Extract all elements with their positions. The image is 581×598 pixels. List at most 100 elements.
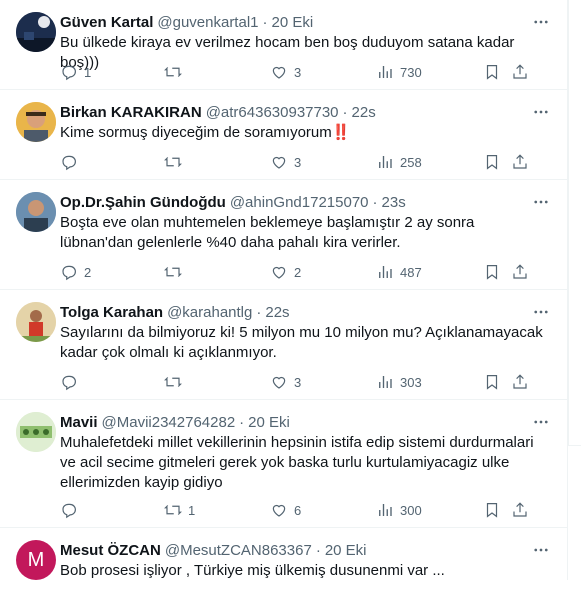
view-count: 730 (400, 64, 422, 80)
avatar[interactable] (16, 412, 56, 452)
bookmark-button[interactable] (483, 63, 501, 81)
action-bar: 3 258 (60, 152, 567, 172)
tweet-header: Mesut ÖZCAN @MesutZCAN863367 · 20 Eki (60, 540, 551, 560)
share-button[interactable] (511, 63, 529, 81)
separator-dot: · (315, 541, 321, 559)
like-icon (272, 504, 286, 517)
like-button[interactable]: 3 (270, 63, 301, 81)
tweet-text: Bob prosesi işliyor , Türkiye miş ülkemi… (60, 562, 445, 579)
retweet-count: 1 (188, 502, 196, 518)
exclamation-emoji: ‼️ (331, 124, 351, 141)
reply-button[interactable]: 2 (60, 263, 91, 281)
share-button[interactable] (511, 153, 529, 171)
reply-icon (62, 503, 76, 519)
author-name[interactable]: Tolga Karahan (60, 304, 163, 321)
tweet[interactable]: Birkan KARAKIRAN @atr643630937730 · 22s … (0, 90, 567, 180)
author-handle[interactable]: @atr643630937730 (206, 104, 339, 121)
share-button[interactable] (511, 501, 529, 519)
like-button[interactable]: 3 (270, 373, 301, 391)
action-bar: 1 3 730 (60, 62, 567, 82)
tweet[interactable]: Mavii @Mavii2342764282 · 20 Eki Muhalefe… (0, 400, 567, 528)
separator-dot: · (372, 193, 378, 211)
avatar[interactable]: M (16, 540, 56, 580)
retweet-button[interactable] (164, 153, 188, 171)
like-button[interactable]: 6 (270, 501, 301, 519)
like-count: 3 (294, 64, 302, 80)
reply-button[interactable] (60, 501, 84, 519)
more-icon[interactable] (531, 12, 551, 32)
timestamp[interactable]: 22s (352, 104, 376, 121)
tweet-header: Op.Dr.Şahin Gündoğdu @ahinGnd17215070 · … (60, 192, 551, 212)
retweet-icon (164, 267, 182, 277)
avatar[interactable] (16, 12, 56, 52)
author-name[interactable]: Mavii (60, 414, 98, 431)
retweet-button[interactable]: 1 (164, 501, 195, 519)
author-handle[interactable]: @karahantlg (167, 304, 252, 321)
retweet-icon (164, 505, 182, 515)
more-icon[interactable] (531, 192, 551, 212)
bookmark-button[interactable] (483, 153, 501, 171)
reply-button[interactable] (60, 373, 84, 391)
share-button[interactable] (511, 373, 529, 391)
reply-button[interactable]: 1 (60, 63, 91, 81)
views-button[interactable]: 300 (376, 501, 422, 519)
tweet[interactable]: Tolga Karahan @karahantlg · 22s Sayıları… (0, 290, 567, 400)
bookmark-icon (486, 155, 498, 170)
author-handle[interactable]: @MesutZCAN863367 (165, 542, 312, 559)
bookmark-button[interactable] (483, 501, 501, 519)
views-icon (379, 66, 392, 78)
avatar[interactable] (16, 102, 56, 142)
like-button[interactable]: 3 (270, 153, 301, 171)
bookmark-icon (486, 265, 498, 280)
author-name[interactable]: Mesut ÖZCAN (60, 542, 161, 559)
like-button[interactable]: 2 (270, 263, 301, 281)
retweet-button[interactable] (164, 373, 188, 391)
more-icon[interactable] (531, 102, 551, 122)
like-count: 3 (294, 374, 302, 390)
timestamp[interactable]: 23s (382, 194, 406, 211)
retweet-button[interactable] (164, 263, 188, 281)
share-button[interactable] (511, 263, 529, 281)
retweet-icon (164, 157, 182, 167)
reply-count: 2 (84, 264, 92, 280)
tweet[interactable]: Güven Kartal @guvenkartal1 · 20 Eki Bu ü… (0, 0, 567, 90)
separator-dot: · (262, 13, 268, 31)
more-icon[interactable] (531, 412, 551, 432)
views-icon (379, 266, 392, 278)
tweet-text: Boşta eve olan muhtemelen beklemeye başl… (60, 214, 475, 251)
views-button[interactable]: 258 (376, 153, 422, 171)
avatar-image (16, 102, 56, 142)
more-icon[interactable] (531, 540, 551, 560)
views-button[interactable]: 303 (376, 373, 422, 391)
bookmark-button[interactable] (483, 263, 501, 281)
author-handle[interactable]: @Mavii2342764282 (102, 414, 236, 431)
reply-icon (62, 155, 76, 171)
more-icon[interactable] (531, 302, 551, 322)
reply-count: 1 (84, 64, 92, 80)
tweet[interactable]: Op.Dr.Şahin Gündoğdu @ahinGnd17215070 · … (0, 180, 567, 290)
separator-dot: · (239, 413, 245, 431)
views-button[interactable]: 730 (376, 63, 422, 81)
timestamp[interactable]: 20 Eki (272, 14, 314, 31)
reply-button[interactable] (60, 153, 84, 171)
view-count: 487 (400, 264, 422, 280)
tweet-header: Birkan KARAKIRAN @atr643630937730 · 22s (60, 102, 551, 122)
author-handle[interactable]: @guvenkartal1 (157, 14, 258, 31)
views-button[interactable]: 487 (376, 263, 422, 281)
author-name[interactable]: Birkan KARAKIRAN (60, 104, 202, 121)
avatar[interactable] (16, 302, 56, 342)
author-name[interactable]: Güven Kartal (60, 14, 153, 31)
timestamp[interactable]: 20 Eki (248, 414, 290, 431)
retweet-button[interactable] (164, 63, 188, 81)
avatar[interactable] (16, 192, 56, 232)
like-count: 6 (294, 502, 302, 518)
timestamp[interactable]: 20 Eki (325, 542, 367, 559)
author-handle[interactable]: @ahinGnd17215070 (230, 194, 369, 211)
share-icon (513, 374, 527, 389)
tweet[interactable]: M Mesut ÖZCAN @MesutZCAN863367 · 20 Eki … (0, 528, 567, 598)
bookmark-button[interactable] (483, 373, 501, 391)
author-name[interactable]: Op.Dr.Şahin Gündoğdu (60, 194, 226, 211)
timestamp[interactable]: 22s (265, 304, 289, 321)
action-bar: 2 2 487 (60, 262, 567, 282)
share-icon (513, 502, 527, 517)
